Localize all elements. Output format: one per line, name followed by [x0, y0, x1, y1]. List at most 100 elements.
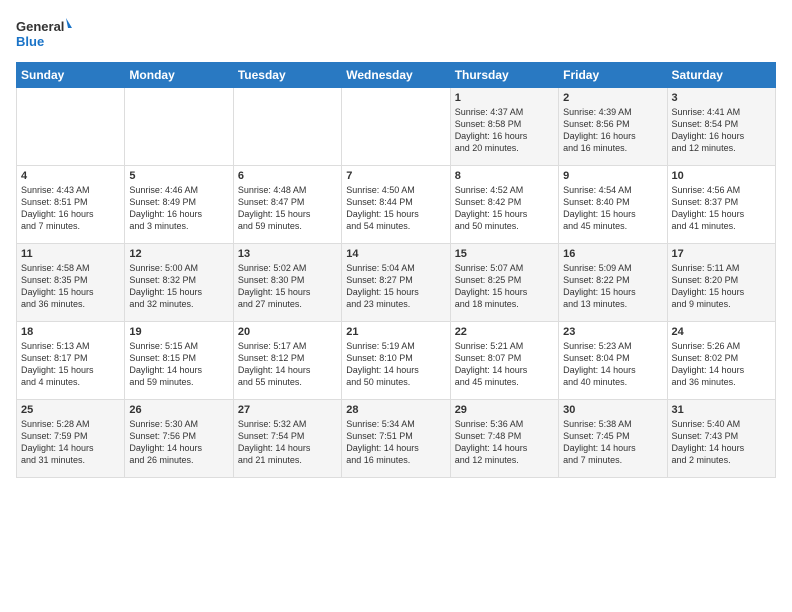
- cell-sun-info: Sunrise: 4:48 AM Sunset: 8:47 PM Dayligh…: [238, 184, 337, 233]
- day-number: 23: [563, 326, 662, 338]
- cell-sun-info: Sunrise: 4:39 AM Sunset: 8:56 PM Dayligh…: [563, 106, 662, 155]
- page: General Blue SundayMondayTuesdayWednesda…: [0, 0, 792, 612]
- calendar-cell: [17, 88, 125, 166]
- cell-sun-info: Sunrise: 5:04 AM Sunset: 8:27 PM Dayligh…: [346, 262, 445, 311]
- cell-sun-info: Sunrise: 5:11 AM Sunset: 8:20 PM Dayligh…: [672, 262, 771, 311]
- calendar-cell: 15 Sunrise: 5:07 AM Sunset: 8:25 PM Dayli…: [450, 244, 558, 322]
- day-number: 12: [129, 248, 228, 260]
- calendar-cell: 26 Sunrise: 5:30 AM Sunset: 7:56 PM Dayli…: [125, 400, 233, 478]
- calendar-cell: [233, 88, 341, 166]
- day-number: 25: [21, 404, 120, 416]
- weekday-header-saturday: Saturday: [667, 63, 775, 88]
- cell-sun-info: Sunrise: 5:09 AM Sunset: 8:22 PM Dayligh…: [563, 262, 662, 311]
- header: General Blue: [16, 16, 776, 52]
- calendar-cell: 22 Sunrise: 5:21 AM Sunset: 8:07 PM Dayli…: [450, 322, 558, 400]
- cell-sun-info: Sunrise: 5:07 AM Sunset: 8:25 PM Dayligh…: [455, 262, 554, 311]
- calendar-cell: 12 Sunrise: 5:00 AM Sunset: 8:32 PM Dayli…: [125, 244, 233, 322]
- day-number: 17: [672, 248, 771, 260]
- calendar-table: SundayMondayTuesdayWednesdayThursdayFrid…: [16, 62, 776, 478]
- cell-sun-info: Sunrise: 5:23 AM Sunset: 8:04 PM Dayligh…: [563, 340, 662, 389]
- cell-sun-info: Sunrise: 5:13 AM Sunset: 8:17 PM Dayligh…: [21, 340, 120, 389]
- cell-sun-info: Sunrise: 5:00 AM Sunset: 8:32 PM Dayligh…: [129, 262, 228, 311]
- cell-sun-info: Sunrise: 5:34 AM Sunset: 7:51 PM Dayligh…: [346, 418, 445, 467]
- day-number: 6: [238, 170, 337, 182]
- day-number: 2: [563, 92, 662, 104]
- calendar-cell: 19 Sunrise: 5:15 AM Sunset: 8:15 PM Dayli…: [125, 322, 233, 400]
- day-number: 15: [455, 248, 554, 260]
- cell-sun-info: Sunrise: 5:15 AM Sunset: 8:15 PM Dayligh…: [129, 340, 228, 389]
- calendar-cell: 5Sunrise: 4:46 AM Sunset: 8:49 PM Daylig…: [125, 166, 233, 244]
- cell-sun-info: Sunrise: 4:54 AM Sunset: 8:40 PM Dayligh…: [563, 184, 662, 233]
- calendar-cell: 10 Sunrise: 4:56 AM Sunset: 8:37 PM Dayli…: [667, 166, 775, 244]
- calendar-cell: 2 Sunrise: 4:39 AM Sunset: 8:56 PM Daylig…: [559, 88, 667, 166]
- cell-sun-info: Sunrise: 5:38 AM Sunset: 7:45 PM Dayligh…: [563, 418, 662, 467]
- cell-sun-info: Sunrise: 4:52 AM Sunset: 8:42 PM Dayligh…: [455, 184, 554, 233]
- day-number: 26: [129, 404, 228, 416]
- calendar-week-row: 4 Sunrise: 4:43 AM Sunset: 8:51 PM Daylig…: [17, 166, 776, 244]
- logo-svg: General Blue: [16, 16, 72, 52]
- day-number: 22: [455, 326, 554, 338]
- calendar-week-row: 18 Sunrise: 5:13 AM Sunset: 8:17 PM Dayli…: [17, 322, 776, 400]
- cell-sun-info: Sunrise: 4:56 AM Sunset: 8:37 PM Dayligh…: [672, 184, 771, 233]
- calendar-week-row: 11Sunrise: 4:58 AM Sunset: 8:35 PM Dayli…: [17, 244, 776, 322]
- day-number: 10: [672, 170, 771, 182]
- cell-sun-info: Sunrise: 4:43 AM Sunset: 8:51 PM Dayligh…: [21, 184, 120, 233]
- cell-sun-info: Sunrise: 5:30 AM Sunset: 7:56 PM Dayligh…: [129, 418, 228, 467]
- cell-sun-info: Sunrise: 4:37 AM Sunset: 8:58 PM Dayligh…: [455, 106, 554, 155]
- day-number: 30: [563, 404, 662, 416]
- day-number: 18: [21, 326, 120, 338]
- day-number: 14: [346, 248, 445, 260]
- calendar-cell: 8 Sunrise: 4:52 AM Sunset: 8:42 PM Daylig…: [450, 166, 558, 244]
- svg-text:General: General: [16, 19, 64, 34]
- day-number: 27: [238, 404, 337, 416]
- calendar-cell: 3 Sunrise: 4:41 AM Sunset: 8:54 PM Daylig…: [667, 88, 775, 166]
- calendar-cell: 20Sunrise: 5:17 AM Sunset: 8:12 PM Dayli…: [233, 322, 341, 400]
- day-number: 16: [563, 248, 662, 260]
- calendar-cell: 6 Sunrise: 4:48 AM Sunset: 8:47 PM Daylig…: [233, 166, 341, 244]
- cell-sun-info: Sunrise: 5:17 AM Sunset: 8:12 PM Dayligh…: [238, 340, 337, 389]
- calendar-cell: 4 Sunrise: 4:43 AM Sunset: 8:51 PM Daylig…: [17, 166, 125, 244]
- cell-sun-info: Sunrise: 5:02 AM Sunset: 8:30 PM Dayligh…: [238, 262, 337, 311]
- calendar-cell: 9 Sunrise: 4:54 AM Sunset: 8:40 PM Daylig…: [559, 166, 667, 244]
- calendar-cell: 27 Sunrise: 5:32 AM Sunset: 7:54 PM Dayli…: [233, 400, 341, 478]
- day-number: 3: [672, 92, 771, 104]
- calendar-cell: 1 Sunrise: 4:37 AM Sunset: 8:58 PM Daylig…: [450, 88, 558, 166]
- calendar-cell: 18 Sunrise: 5:13 AM Sunset: 8:17 PM Dayli…: [17, 322, 125, 400]
- day-number: 21: [346, 326, 445, 338]
- day-number: 31: [672, 404, 771, 416]
- weekday-header-monday: Monday: [125, 63, 233, 88]
- day-number: 1: [455, 92, 554, 104]
- calendar-cell: 17 Sunrise: 5:11 AM Sunset: 8:20 PM Dayli…: [667, 244, 775, 322]
- calendar-cell: 30 Sunrise: 5:38 AM Sunset: 7:45 PM Dayli…: [559, 400, 667, 478]
- day-number: 4: [21, 170, 120, 182]
- cell-sun-info: Sunrise: 5:21 AM Sunset: 8:07 PM Dayligh…: [455, 340, 554, 389]
- calendar-cell: 25 Sunrise: 5:28 AM Sunset: 7:59 PM Dayli…: [17, 400, 125, 478]
- day-number: 9: [563, 170, 662, 182]
- day-number: 24: [672, 326, 771, 338]
- logo: General Blue: [16, 16, 72, 52]
- day-number: 28: [346, 404, 445, 416]
- weekday-header-friday: Friday: [559, 63, 667, 88]
- cell-sun-info: Sunrise: 5:36 AM Sunset: 7:48 PM Dayligh…: [455, 418, 554, 467]
- weekday-header-tuesday: Tuesday: [233, 63, 341, 88]
- cell-sun-info: Sunrise: 4:41 AM Sunset: 8:54 PM Dayligh…: [672, 106, 771, 155]
- weekday-header-thursday: Thursday: [450, 63, 558, 88]
- day-number: 29: [455, 404, 554, 416]
- calendar-cell: 29 Sunrise: 5:36 AM Sunset: 7:48 PM Dayli…: [450, 400, 558, 478]
- day-number: 7: [346, 170, 445, 182]
- cell-sun-info: Sunrise: 5:28 AM Sunset: 7:59 PM Dayligh…: [21, 418, 120, 467]
- calendar-cell: [125, 88, 233, 166]
- day-number: 8: [455, 170, 554, 182]
- calendar-cell: 13Sunrise: 5:02 AM Sunset: 8:30 PM Dayli…: [233, 244, 341, 322]
- cell-sun-info: Sunrise: 5:26 AM Sunset: 8:02 PM Dayligh…: [672, 340, 771, 389]
- calendar-cell: 31Sunrise: 5:40 AM Sunset: 7:43 PM Dayli…: [667, 400, 775, 478]
- calendar-cell: 7Sunrise: 4:50 AM Sunset: 8:44 PM Daylig…: [342, 166, 450, 244]
- calendar-cell: 21Sunrise: 5:19 AM Sunset: 8:10 PM Dayli…: [342, 322, 450, 400]
- day-number: 19: [129, 326, 228, 338]
- calendar-cell: 23 Sunrise: 5:23 AM Sunset: 8:04 PM Dayli…: [559, 322, 667, 400]
- cell-sun-info: Sunrise: 4:58 AM Sunset: 8:35 PM Dayligh…: [21, 262, 120, 311]
- day-number: 5: [129, 170, 228, 182]
- cell-sun-info: Sunrise: 5:32 AM Sunset: 7:54 PM Dayligh…: [238, 418, 337, 467]
- calendar-cell: 11Sunrise: 4:58 AM Sunset: 8:35 PM Dayli…: [17, 244, 125, 322]
- calendar-cell: 14 Sunrise: 5:04 AM Sunset: 8:27 PM Dayli…: [342, 244, 450, 322]
